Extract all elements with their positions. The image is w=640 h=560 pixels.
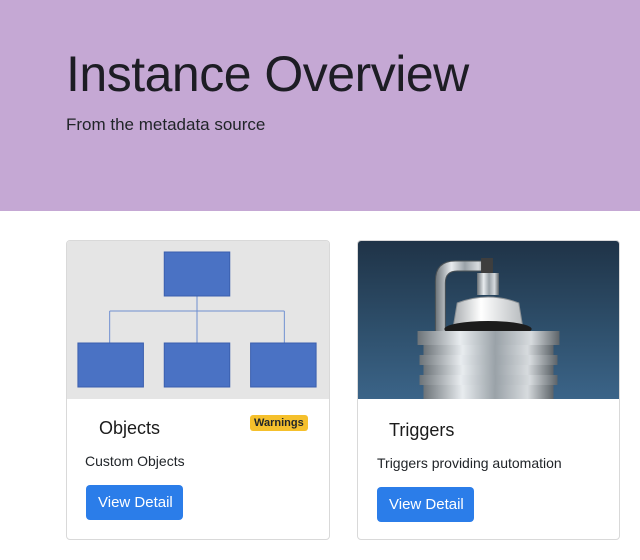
page-title: Instance Overview — [66, 46, 469, 102]
triggers-card: Triggers Triggers providing automation V… — [357, 240, 620, 540]
card-description-objects: Custom Objects — [85, 453, 185, 469]
card-title-objects: Objects — [99, 418, 161, 438]
spark-plug-icon — [358, 241, 619, 399]
card-title-triggers: Triggers — [389, 420, 455, 440]
page-subtitle: From the metadata source — [66, 115, 266, 134]
warnings-badge: Warnings — [250, 415, 308, 431]
org-chart-icon — [67, 241, 329, 399]
view-detail-button-objects[interactable]: View Detail — [86, 485, 183, 520]
view-detail-button-triggers[interactable]: View Detail — [377, 487, 474, 522]
objects-card: Objects Warnings Custom Objects View Det… — [66, 240, 330, 540]
header-banner: Instance Overview From the metadata sour… — [0, 0, 640, 211]
card-description-triggers: Triggers providing automation — [377, 455, 562, 471]
